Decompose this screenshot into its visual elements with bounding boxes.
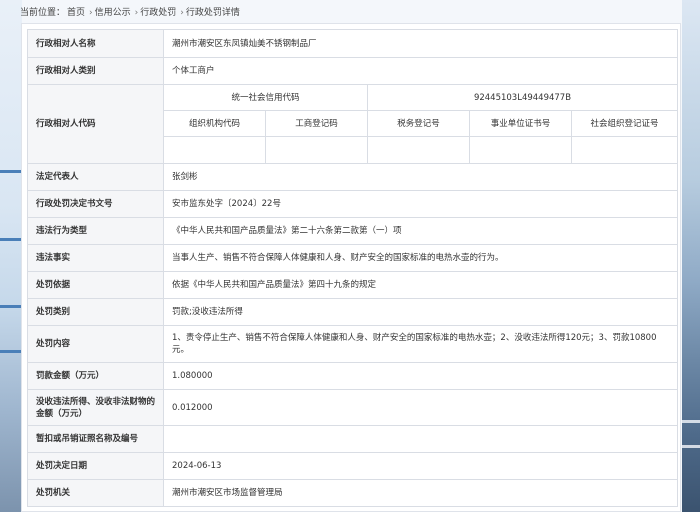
org-code-value (163, 136, 266, 164)
decor-stripe (0, 305, 22, 308)
row-decision-date: 处罚决定日期 2024-06-13 (27, 452, 679, 480)
row-violation-type: 违法行为类型 《中华人民共和国产品质量法》第二十六条第二款第（一）项 (27, 217, 679, 245)
row-party-type: 行政相对人类别 个体工商户 (27, 57, 679, 85)
right-background (682, 0, 700, 512)
violation-type-value: 《中华人民共和国产品质量法》第二十六条第二款第（一）项 (162, 217, 679, 245)
party-code-label: 行政相对人代码 (27, 84, 164, 164)
usc-code-value: 92445103L49449477B (366, 84, 679, 111)
party-name-value: 潮州市潮安区东凤镇灿美不锈钢制品厂 (162, 29, 679, 58)
breadcrumb-item-detail: 行政处罚详情 (185, 8, 240, 18)
breadcrumb-item-home[interactable]: 首页 (67, 8, 85, 18)
row-party-code: 行政相对人代码 统一社会信用代码 92445103L49449477B (27, 84, 679, 164)
penalty-detail-table: 行政相对人名称 潮州市潮安区东凤镇灿美不锈钢制品厂 行政相对人类别 个体工商户 … (27, 29, 679, 507)
decor-stripe (0, 170, 22, 173)
business-reg-header: 工商登记码 (265, 110, 368, 137)
social-org-value (570, 136, 679, 164)
violation-facts-value: 当事人生产、销售不符合保障人体健康和人身、财产安全的国家标准的电热水壶的行为。 (162, 244, 679, 272)
breadcrumb-separator: › (134, 8, 139, 18)
row-content: 处罚内容 1、责令停止生产、销售不符合保障人体健康和人身、财产安全的国家标准的电… (27, 325, 679, 363)
row-decision-no: 行政处罚决定书文号 安市监东处字〔2024〕22号 (27, 190, 679, 218)
content-label: 处罚内容 (27, 325, 164, 363)
detail-panel: 行政相对人名称 潮州市潮安区东凤镇灿美不锈钢制品厂 行政相对人类别 个体工商户 … (21, 23, 681, 512)
tax-reg-header: 税务登记号 (367, 110, 470, 137)
org-code-header: 组织机构代码 (163, 110, 266, 137)
row-confiscated: 没收违法所得、没收非法财物的金额（万元） 0.012000 (27, 389, 679, 426)
decision-no-label: 行政处罚决定书文号 (27, 190, 164, 218)
institution-cert-header: 事业单位证书号 (469, 110, 572, 137)
decor-stripe (0, 350, 22, 353)
decision-date-value: 2024-06-13 (162, 452, 679, 480)
license-revoke-value (162, 425, 679, 453)
category-label: 处罚类别 (27, 298, 164, 326)
row-license-revoke: 暂扣或吊销证照名称及编号 (27, 425, 679, 453)
left-background (0, 0, 22, 512)
decision-no-value: 安市监东处字〔2024〕22号 (162, 190, 679, 218)
breadcrumb-item-penalty[interactable]: 行政处罚 (140, 8, 176, 18)
row-legal-rep: 法定代表人 张剑彬 (27, 163, 679, 191)
social-org-header: 社会组织登记证号 (570, 110, 679, 137)
usc-code-label: 统一社会信用代码 (163, 84, 368, 111)
party-type-label: 行政相对人类别 (27, 57, 164, 85)
breadcrumb-separator: › (89, 8, 93, 18)
breadcrumb: 当前位置： 首页 › 信用公示 › 行政处罚 › 行政处罚详情 (20, 5, 242, 19)
category-value: 罚款;没收违法所得 (162, 298, 679, 326)
legal-rep-value: 张剑彬 (162, 163, 679, 191)
row-violation-facts: 违法事实 当事人生产、销售不符合保障人体健康和人身、财产安全的国家标准的电热水壶… (27, 244, 679, 272)
row-basis: 处罚依据 依据《中华人民共和国产品质量法》第四十九条的规定 (27, 271, 679, 299)
decor-stripe (682, 420, 700, 423)
fine-amount-label: 罚款金额（万元） (27, 362, 164, 390)
violation-type-label: 违法行为类型 (27, 217, 164, 245)
institution-cert-value (469, 136, 572, 164)
tax-reg-value (367, 136, 470, 164)
confiscated-label: 没收违法所得、没收非法财物的金额（万元） (27, 389, 164, 426)
authority-value: 潮州市潮安区市场监督管理局 (162, 479, 679, 507)
row-fine-amount: 罚款金额（万元） 1.080000 (27, 362, 679, 390)
decision-date-label: 处罚决定日期 (27, 452, 164, 480)
party-name-label: 行政相对人名称 (27, 29, 164, 58)
content-value: 1、责令停止生产、销售不符合保障人体健康和人身、财产安全的国家标准的电热水壶；2… (162, 325, 679, 363)
decor-stripe (682, 445, 700, 448)
row-party-name: 行政相对人名称 潮州市潮安区东凤镇灿美不锈钢制品厂 (27, 29, 679, 58)
breadcrumb-separator: › (180, 8, 184, 18)
business-reg-value (265, 136, 368, 164)
confiscated-value: 0.012000 (162, 389, 679, 426)
basis-label: 处罚依据 (27, 271, 164, 299)
row-category: 处罚类别 罚款;没收违法所得 (27, 298, 679, 326)
fine-amount-value: 1.080000 (162, 362, 679, 390)
party-type-value: 个体工商户 (162, 57, 679, 85)
breadcrumb-item-credit[interactable]: 信用公示 (95, 8, 131, 18)
authority-label: 处罚机关 (27, 479, 164, 507)
legal-rep-label: 法定代表人 (27, 163, 164, 191)
basis-value: 依据《中华人民共和国产品质量法》第四十九条的规定 (162, 271, 679, 299)
decor-stripe (0, 238, 22, 241)
violation-facts-label: 违法事实 (27, 244, 164, 272)
breadcrumb-prefix: 当前位置： (20, 8, 66, 18)
license-revoke-label: 暂扣或吊销证照名称及编号 (27, 425, 164, 453)
row-authority: 处罚机关 潮州市潮安区市场监督管理局 (27, 479, 679, 507)
